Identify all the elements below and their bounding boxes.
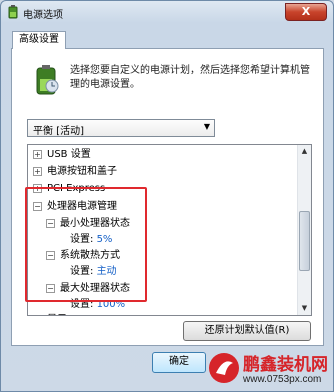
power-plan-selected: 平衡 [活动] <box>33 126 84 137</box>
watermark-logo-icon <box>209 353 239 383</box>
scroll-down-icon[interactable]: ▼ <box>299 303 310 314</box>
expand-icon[interactable]: + <box>33 167 42 176</box>
power-plan-icon <box>36 65 59 95</box>
expand-icon[interactable]: + <box>33 315 42 316</box>
watermark-url: www.0753px.com <box>243 374 322 385</box>
watermark-name: 鹏鑫装机网 <box>243 355 328 375</box>
title-bar: 电源选项 X <box>1 1 333 23</box>
tree-item-label: 显示 <box>47 313 67 315</box>
battery-icon <box>8 5 18 19</box>
tab-advanced-settings[interactable]: 高级设置 <box>12 31 66 49</box>
power-plan-select[interactable]: 平衡 [活动] ▼ <box>27 119 215 137</box>
tree-scrollbar[interactable]: ▲ ▼ <box>297 145 311 315</box>
annotation-highlight-box <box>25 187 147 302</box>
description-text: 选择您要自定义的电源计划，然后选择您希望计算机管理的电源设置。 <box>70 65 310 90</box>
expand-icon[interactable]: + <box>33 150 42 159</box>
close-button[interactable]: X <box>285 3 327 21</box>
ok-button[interactable]: 确定 <box>152 352 206 373</box>
site-watermark: 鹏鑫装机网 www.0753px.com <box>205 348 333 392</box>
chevron-down-icon: ▼ <box>203 122 210 131</box>
window-title: 电源选项 <box>23 10 63 21</box>
tree-item-label: USB 设置 <box>47 149 91 160</box>
scroll-thumb[interactable] <box>299 211 310 271</box>
scroll-up-icon[interactable]: ▲ <box>299 146 310 157</box>
restore-defaults-button[interactable]: 还原计划默认值(R) <box>183 321 311 341</box>
tree-item-label: 电源按钮和盖子 <box>47 166 117 177</box>
power-options-window: 电源选项 X 高级设置 选择您要自定义的电源计划，然后选择您希望计算机管理的电源… <box>0 0 334 392</box>
